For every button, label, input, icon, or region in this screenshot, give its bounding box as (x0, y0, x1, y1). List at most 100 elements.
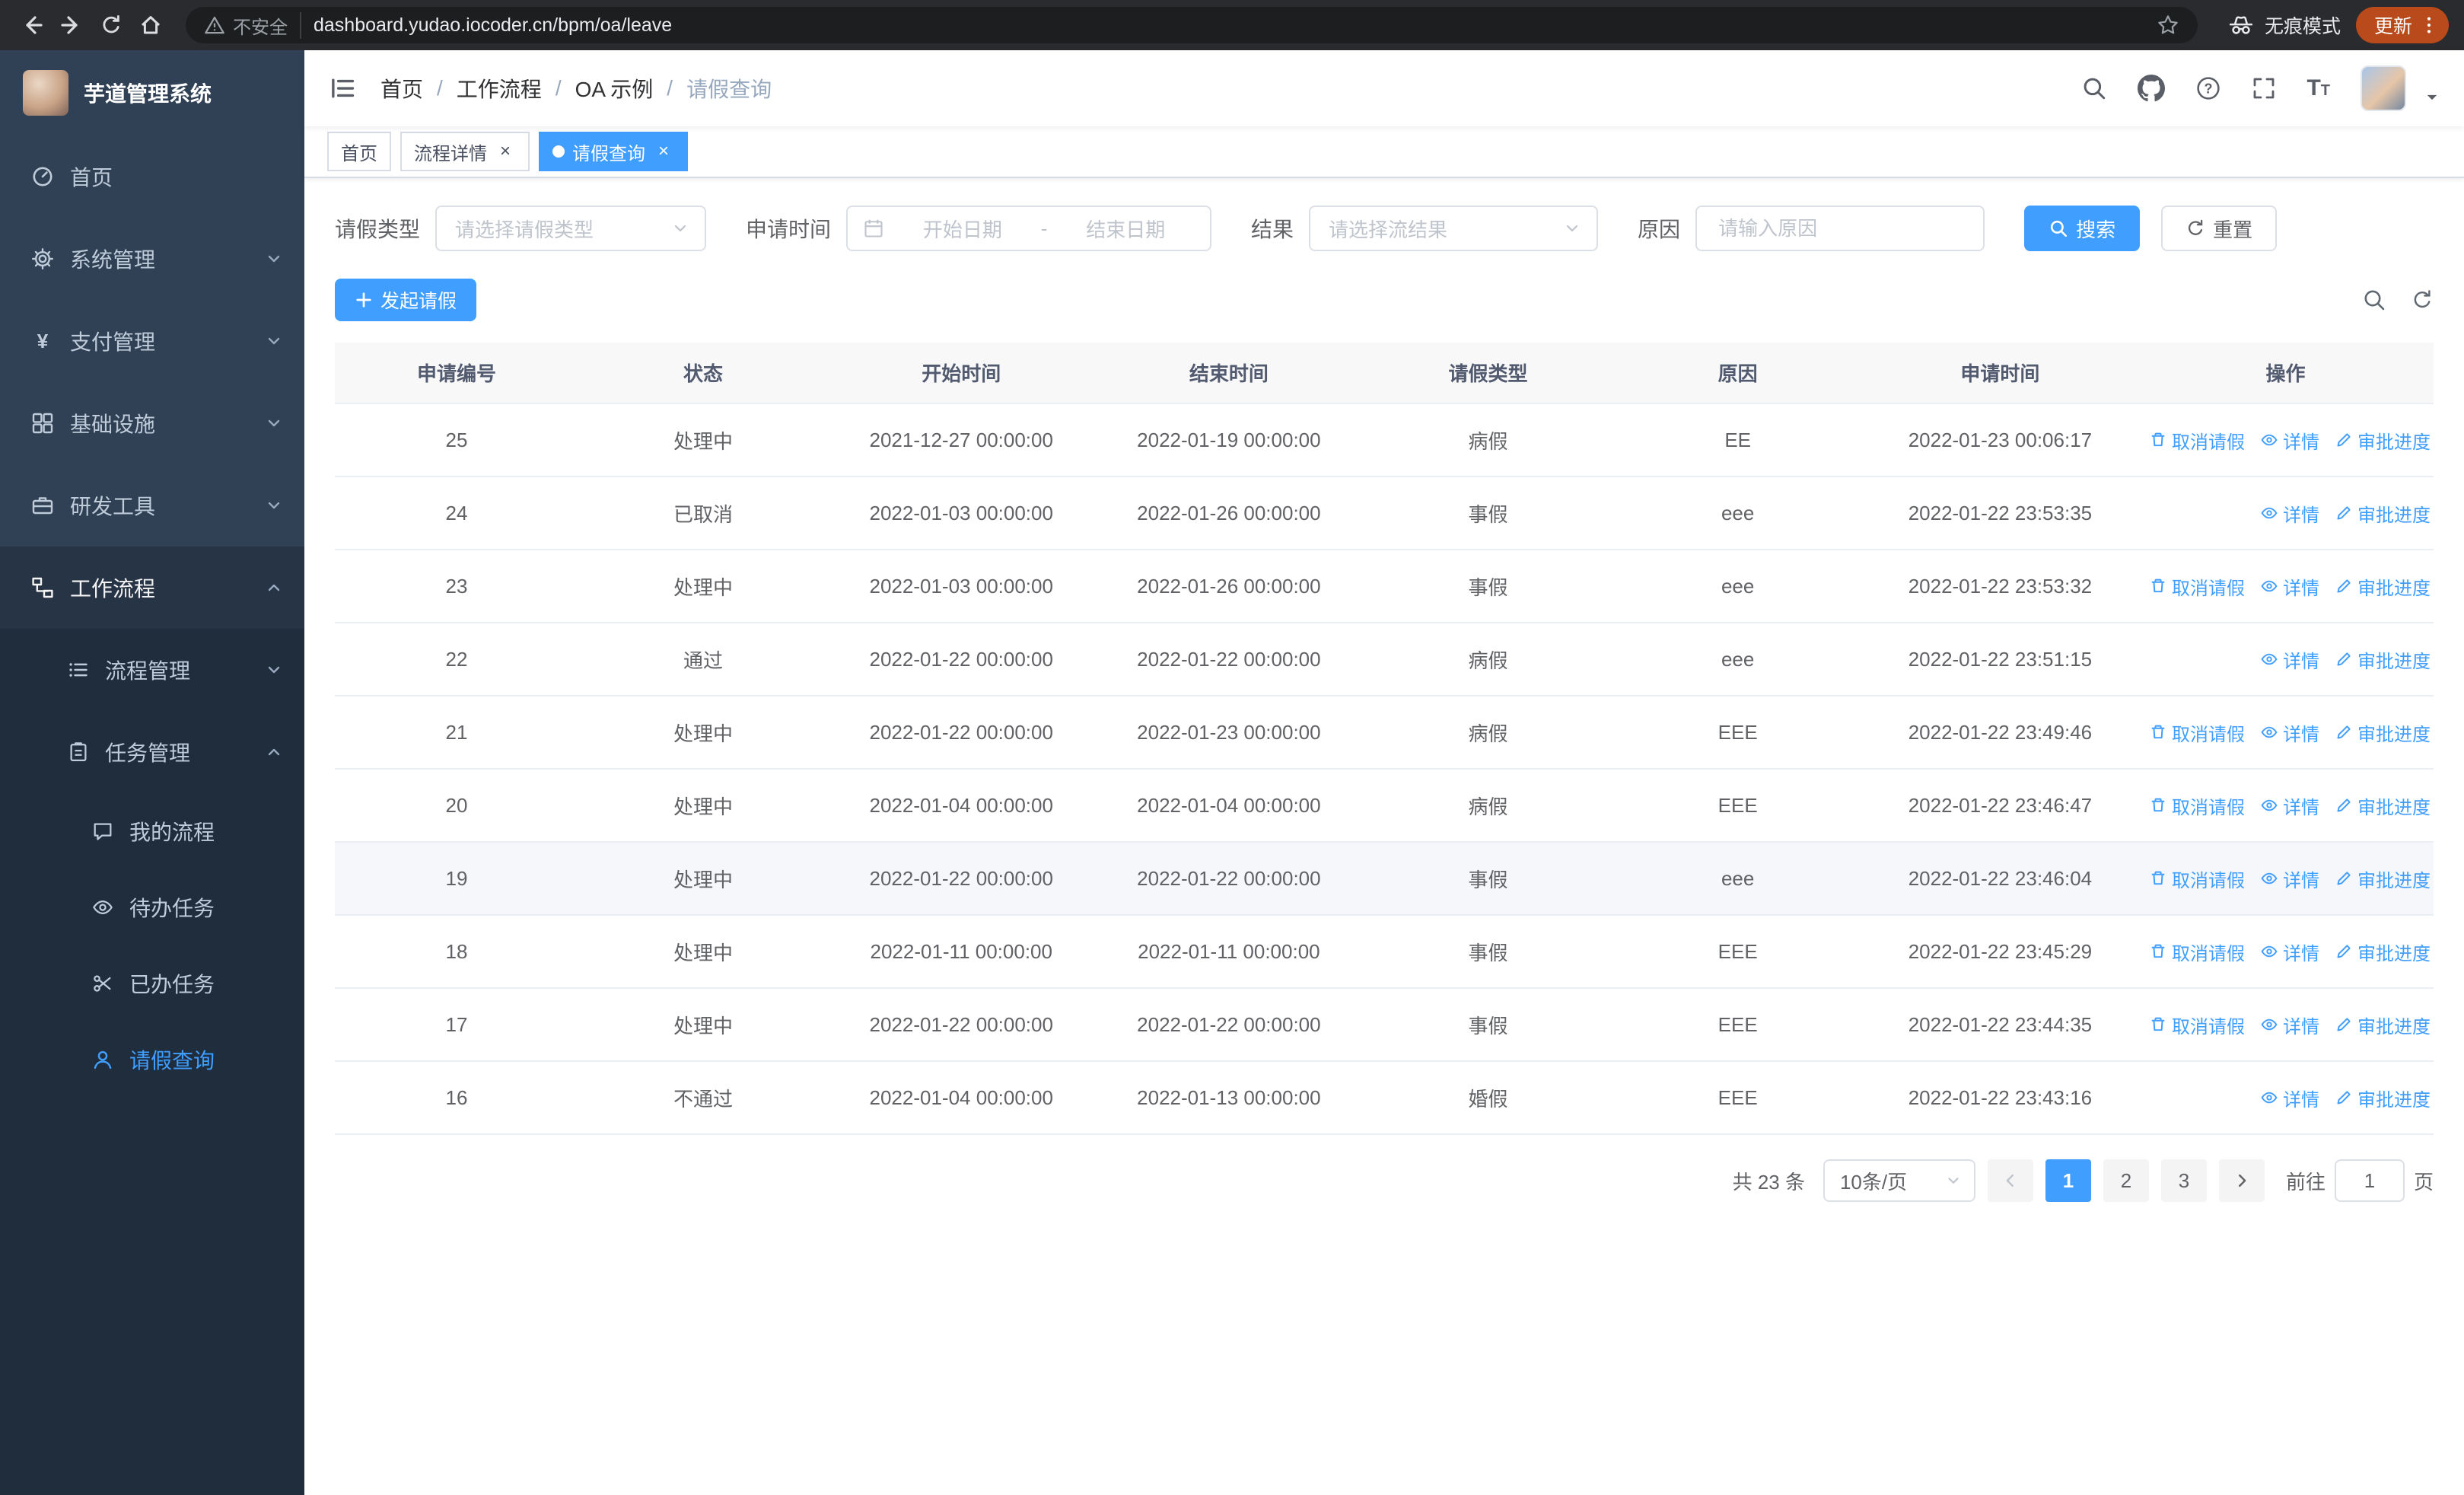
sidebar-item-system[interactable]: 系统管理 (0, 218, 304, 300)
progress-action-link[interactable]: 审批进度 (2335, 865, 2431, 892)
tab-leave-query[interactable]: 请假查询 × (539, 132, 688, 171)
cell-reason: EEE (1612, 769, 1863, 843)
page-button-1[interactable]: 1 (2045, 1159, 2091, 1202)
result-select[interactable]: 请选择流结果 (1309, 206, 1599, 251)
table-row: 19 处理中 2022-01-22 00:00:00 2022-01-22 00:00… (335, 842, 2434, 916)
progress-action-link[interactable]: 审批进度 (2335, 1085, 2431, 1111)
prev-page-button[interactable] (1987, 1159, 2033, 1202)
back-button[interactable] (12, 5, 52, 45)
browser-menu-icon[interactable] (2418, 14, 2440, 36)
progress-action-link[interactable]: 审批进度 (2335, 573, 2431, 600)
cell-actions: 取消请假 详情 审批进度 (2138, 915, 2434, 989)
reason-input[interactable] (1700, 207, 1981, 250)
app-logo[interactable]: 芋道管理系统 (0, 50, 304, 135)
security-chip[interactable]: 不安全 (204, 11, 301, 39)
breadcrumb-separator: / (437, 76, 443, 100)
sidebar-toggle[interactable] (329, 75, 356, 102)
breadcrumb-item[interactable]: OA 示例 (575, 73, 654, 104)
progress-action-link[interactable]: 审批进度 (2335, 427, 2431, 454)
cell-status: 不通过 (578, 1061, 829, 1135)
detail-action-link[interactable]: 详情 (2260, 573, 2319, 600)
sidebar-item-home[interactable]: 首页 (0, 135, 304, 218)
detail-action-link[interactable]: 详情 (2260, 792, 2319, 819)
leave-table: 申请编号 状态 开始时间 结束时间 请假类型 原因 申请时间 操作 25 处理中 2… (335, 343, 2434, 1135)
address-bar[interactable]: 不安全 dashboard.yudao.iocoder.cn/bpm/oa/le… (186, 7, 2198, 43)
sidebar-item-task-mgmt[interactable]: 任务管理 (0, 711, 304, 793)
detail-action-link[interactable]: 详情 (2260, 500, 2319, 527)
sidebar-item-payment[interactable]: ¥ 支付管理 (0, 300, 304, 382)
create-leave-button[interactable]: 发起请假 (335, 279, 477, 321)
forward-button[interactable] (52, 5, 91, 45)
cancel-action-link[interactable]: 取消请假 (2149, 719, 2245, 746)
detail-action-link[interactable]: 详情 (2260, 646, 2319, 673)
cancel-action-link[interactable]: 取消请假 (2149, 792, 2245, 819)
update-button[interactable]: 更新 (2355, 7, 2449, 43)
detail-action-link[interactable]: 详情 (2260, 865, 2319, 892)
plus-icon (356, 292, 371, 308)
tab-home[interactable]: 首页 (327, 132, 391, 171)
user-avatar[interactable] (2361, 65, 2406, 111)
eye-icon (2261, 945, 2278, 958)
caret-down-icon[interactable] (2424, 90, 2440, 105)
progress-action-link[interactable]: 审批进度 (2335, 792, 2431, 819)
cancel-action-link[interactable]: 取消请假 (2149, 865, 2245, 892)
sidebar-item-my-processes[interactable]: 我的流程 (0, 793, 304, 869)
help-button[interactable]: ? (2195, 75, 2221, 101)
apply-time-range-picker[interactable]: 开始日期 - 结束日期 (846, 206, 1212, 251)
refresh-table-button[interactable] (2411, 288, 2434, 311)
github-link[interactable] (2138, 75, 2166, 102)
reset-button[interactable]: 重置 (2161, 206, 2278, 251)
sidebar-item-leave-query[interactable]: 请假查询 (0, 1022, 304, 1098)
font-size-button[interactable]: TT (2306, 75, 2330, 101)
cell-status: 处理中 (578, 550, 829, 623)
detail-action-link[interactable]: 详情 (2260, 719, 2319, 746)
search-button[interactable]: 搜索 (2024, 206, 2141, 251)
reload-icon (103, 14, 119, 33)
cell-apply-time: 2022-01-22 23:49:46 (1862, 696, 2138, 770)
fullscreen-icon (2254, 78, 2275, 99)
end-date-placeholder[interactable]: 结束日期 (1056, 215, 1195, 243)
reload-button[interactable] (91, 5, 131, 45)
detail-action-link[interactable]: 详情 (2260, 427, 2319, 454)
tab-process-detail[interactable]: 流程详情 × (400, 132, 530, 171)
show-search-toggle[interactable] (2362, 288, 2386, 312)
detail-action-link[interactable]: 详情 (2260, 939, 2319, 965)
leave-type-select[interactable]: 请选择请假类型 (435, 206, 707, 251)
progress-action-link[interactable]: 审批进度 (2335, 719, 2431, 746)
sidebar-item-todo-tasks[interactable]: 待办任务 (0, 869, 304, 945)
progress-action-link[interactable]: 审批进度 (2335, 1012, 2431, 1038)
progress-action-link[interactable]: 审批进度 (2335, 939, 2431, 965)
progress-action-link[interactable]: 审批进度 (2335, 646, 2431, 673)
cancel-action-link[interactable]: 取消请假 (2149, 939, 2245, 965)
page-size-select[interactable]: 10条/页 (1823, 1159, 1975, 1202)
cancel-action-link[interactable]: 取消请假 (2149, 1012, 2245, 1038)
sidebar-item-workflow[interactable]: 工作流程 (0, 547, 304, 629)
detail-action-link[interactable]: 详情 (2260, 1085, 2319, 1111)
cancel-action-link[interactable]: 取消请假 (2149, 573, 2245, 600)
cancel-action-link[interactable]: 取消请假 (2149, 427, 2245, 454)
close-icon[interactable]: × (495, 141, 516, 162)
sidebar-item-devtools[interactable]: 研发工具 (0, 464, 304, 547)
security-label: 不安全 (233, 17, 288, 38)
header-search-button[interactable] (2081, 75, 2107, 101)
home-button[interactable] (131, 5, 170, 45)
sidebar-item-done-tasks[interactable]: 已办任务 (0, 945, 304, 1022)
svg-text:¥: ¥ (37, 330, 49, 352)
page-button-2[interactable]: 2 (2103, 1159, 2149, 1202)
bookmark-star-icon[interactable] (2157, 14, 2179, 37)
breadcrumb-item[interactable]: 首页 (380, 73, 423, 104)
sidebar-item-infra[interactable]: 基础设施 (0, 382, 304, 464)
progress-action-link[interactable]: 审批进度 (2335, 500, 2431, 527)
incognito-badge: 无痕模式 (2228, 11, 2341, 39)
create-leave-label: 发起请假 (380, 291, 457, 312)
next-page-button[interactable] (2218, 1159, 2265, 1202)
close-icon[interactable]: × (653, 141, 674, 162)
goto-page-input[interactable] (2334, 1159, 2405, 1202)
page-button-3[interactable]: 3 (2160, 1159, 2207, 1202)
table-row: 25 处理中 2021-12-27 00:00:00 2022-01-19 00:00… (335, 403, 2434, 477)
breadcrumb-item[interactable]: 工作流程 (457, 73, 542, 104)
sidebar-item-process-mgmt[interactable]: 流程管理 (0, 629, 304, 711)
fullscreen-button[interactable] (2252, 76, 2276, 100)
detail-action-link[interactable]: 详情 (2260, 1012, 2319, 1038)
start-date-placeholder[interactable]: 开始日期 (893, 215, 1032, 243)
